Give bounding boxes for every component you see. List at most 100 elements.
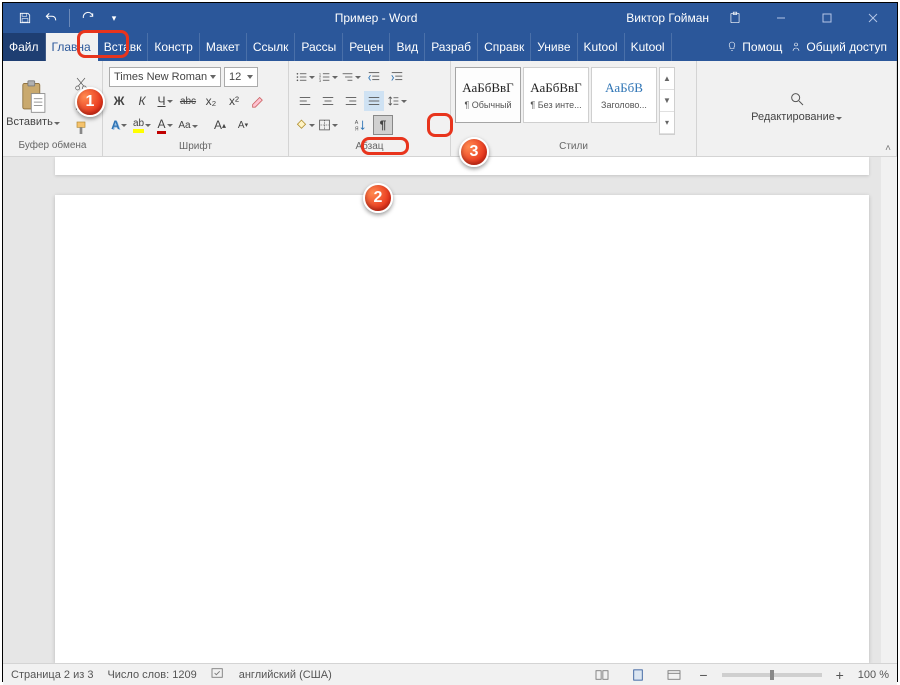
maximize-icon[interactable] bbox=[807, 3, 847, 33]
status-page[interactable]: Страница 2 из 3 bbox=[11, 669, 93, 681]
cut-icon[interactable] bbox=[73, 76, 89, 92]
font-name-combo[interactable]: Times New Roman bbox=[109, 67, 221, 87]
tab-kutools-plus[interactable]: Kutool bbox=[625, 33, 672, 61]
status-language[interactable]: английский (США) bbox=[239, 669, 332, 681]
sort-icon[interactable]: AЯ bbox=[350, 115, 370, 135]
tab-developer[interactable]: Разраб bbox=[425, 33, 478, 61]
line-spacing-icon[interactable] bbox=[387, 91, 407, 111]
lightbulb-icon bbox=[726, 41, 738, 53]
minimize-icon[interactable] bbox=[761, 3, 801, 33]
tab-layout[interactable]: Макет bbox=[200, 33, 247, 61]
title-bar: ▾ Пример - Word Виктор Гойман bbox=[3, 3, 897, 33]
shrink-font-icon[interactable]: A▾ bbox=[233, 115, 253, 135]
vertical-scrollbar[interactable] bbox=[881, 157, 897, 663]
bullets-icon[interactable] bbox=[295, 67, 315, 87]
status-bar: Страница 2 из 3 Число слов: 1209 английс… bbox=[3, 663, 897, 685]
read-mode-icon[interactable] bbox=[591, 666, 613, 684]
user-name[interactable]: Виктор Гойман bbox=[626, 11, 709, 25]
tell-me[interactable]: Помощ bbox=[726, 40, 782, 54]
print-layout-icon[interactable] bbox=[627, 666, 649, 684]
collapse-ribbon-icon[interactable]: ˄ bbox=[885, 143, 891, 154]
clear-formatting-icon[interactable] bbox=[247, 91, 267, 111]
group-clipboard-label: Буфер обмена bbox=[3, 140, 102, 156]
multilevel-list-icon[interactable] bbox=[341, 67, 361, 87]
save-icon[interactable] bbox=[13, 6, 37, 30]
change-case-icon[interactable]: Aa bbox=[178, 115, 198, 135]
group-font-label: Шрифт bbox=[103, 141, 288, 156]
borders-icon[interactable] bbox=[318, 115, 338, 135]
text-effects-icon[interactable]: A bbox=[109, 115, 129, 135]
tab-home[interactable]: Главна bbox=[46, 33, 98, 61]
zoom-level[interactable]: 100 % bbox=[858, 669, 889, 681]
close-icon[interactable] bbox=[853, 3, 893, 33]
share-icon bbox=[790, 41, 802, 53]
document-page[interactable] bbox=[55, 195, 869, 663]
tab-kutools[interactable]: Kutool bbox=[578, 33, 625, 61]
paste-button[interactable]: Вставить bbox=[3, 74, 63, 128]
align-left-icon[interactable] bbox=[295, 91, 315, 111]
redo-icon[interactable] bbox=[76, 6, 100, 30]
ribbon-tabs: Файл Главна Вставк Констр Макет Ссылк Ра… bbox=[3, 33, 897, 61]
strikethrough-button[interactable]: abc bbox=[178, 91, 198, 111]
tab-view[interactable]: Вид bbox=[390, 33, 425, 61]
undo-icon[interactable] bbox=[39, 6, 63, 30]
previous-page-edge bbox=[55, 157, 869, 175]
font-color-icon[interactable]: A bbox=[155, 115, 175, 135]
copy-icon[interactable] bbox=[73, 98, 89, 114]
styles-gallery-scroll[interactable]: ▲ ▼ ▾ bbox=[659, 67, 675, 135]
styles-more-icon[interactable]: ▾ bbox=[660, 112, 674, 134]
status-words[interactable]: Число слов: 1209 bbox=[107, 669, 196, 681]
user-icon[interactable] bbox=[715, 3, 755, 33]
editing-button[interactable]: Редактирование bbox=[697, 79, 896, 123]
shading-icon[interactable] bbox=[295, 115, 315, 135]
search-icon bbox=[789, 91, 805, 107]
align-center-icon[interactable] bbox=[318, 91, 338, 111]
subscript-button[interactable]: x₂ bbox=[201, 91, 221, 111]
decrease-indent-icon[interactable] bbox=[364, 67, 384, 87]
group-styles-label: Стили bbox=[451, 141, 696, 156]
align-right-icon[interactable] bbox=[341, 91, 361, 111]
increase-indent-icon[interactable] bbox=[387, 67, 407, 87]
grow-font-icon[interactable]: A▴ bbox=[210, 115, 230, 135]
tab-references[interactable]: Ссылк bbox=[247, 33, 296, 61]
group-styles: АаБбВвГ ¶ Обычный АаБбВвГ ¶ Без инте... … bbox=[451, 61, 697, 156]
numbering-icon[interactable]: 123 bbox=[318, 67, 338, 87]
svg-text:Я: Я bbox=[355, 126, 359, 132]
share-button[interactable]: Общий доступ bbox=[790, 40, 887, 54]
underline-button[interactable]: Ч bbox=[155, 91, 175, 111]
justify-icon[interactable] bbox=[364, 91, 384, 111]
group-editing: Редактирование bbox=[697, 61, 897, 156]
format-painter-icon[interactable] bbox=[73, 120, 89, 136]
paste-label: Вставить bbox=[6, 116, 60, 128]
qat-customize-icon[interactable]: ▾ bbox=[102, 6, 126, 30]
group-clipboard: Вставить Буфер обмена bbox=[3, 61, 103, 156]
group-paragraph: 123 bbox=[289, 61, 451, 156]
superscript-button[interactable]: x² bbox=[224, 91, 244, 111]
window-title: Пример - Word bbox=[126, 11, 626, 25]
chevron-up-icon[interactable]: ▲ bbox=[660, 68, 674, 90]
paste-icon bbox=[19, 80, 47, 114]
highlight-icon[interactable]: ab bbox=[132, 115, 152, 135]
bold-button[interactable]: Ж bbox=[109, 91, 129, 111]
tab-help[interactable]: Справк bbox=[478, 33, 531, 61]
zoom-out-button[interactable]: − bbox=[699, 667, 707, 683]
italic-button[interactable]: К bbox=[132, 91, 152, 111]
style-heading1[interactable]: АаБбВ Заголово... bbox=[591, 67, 657, 123]
tab-file[interactable]: Файл bbox=[3, 33, 46, 61]
style-no-spacing[interactable]: АаБбВвГ ¶ Без инте... bbox=[523, 67, 589, 123]
web-layout-icon[interactable] bbox=[663, 666, 685, 684]
tab-mailings[interactable]: Рассы bbox=[295, 33, 343, 61]
svg-text:A: A bbox=[355, 120, 359, 126]
status-proofing-icon[interactable] bbox=[211, 667, 225, 682]
tab-universal[interactable]: Униве bbox=[531, 33, 577, 61]
show-hide-marks-icon[interactable]: ¶ bbox=[373, 115, 393, 135]
tab-design[interactable]: Констр bbox=[148, 33, 199, 61]
zoom-in-button[interactable]: + bbox=[836, 667, 844, 683]
tab-insert[interactable]: Вставк bbox=[98, 33, 149, 61]
style-normal[interactable]: АаБбВвГ ¶ Обычный bbox=[455, 67, 521, 123]
document-area bbox=[3, 157, 897, 663]
font-size-combo[interactable]: 12 bbox=[224, 67, 258, 87]
chevron-down-icon[interactable]: ▼ bbox=[660, 90, 674, 112]
tab-review[interactable]: Рецен bbox=[343, 33, 390, 61]
zoom-slider[interactable] bbox=[722, 673, 822, 677]
